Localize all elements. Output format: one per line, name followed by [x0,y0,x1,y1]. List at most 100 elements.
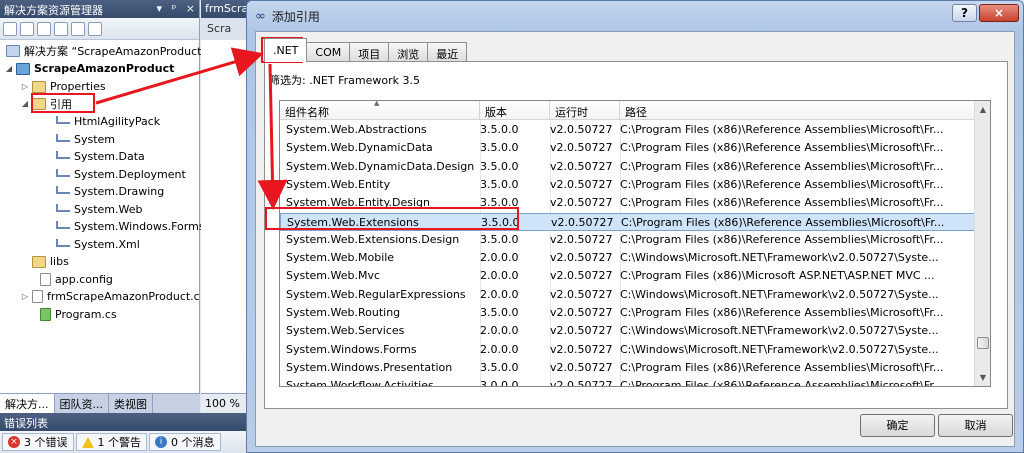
tree-node-project[interactable]: ◢ ScrapeAmazonProduct [4,60,174,77]
properties-toolbar-icon[interactable] [3,21,17,36]
view-designer-icon[interactable] [71,21,85,36]
tab-recent[interactable]: 最近 [427,42,468,62]
expanded-arrow-icon[interactable]: ◢ [20,99,30,108]
reference-item[interactable]: System.Web [56,201,143,218]
component-list[interactable]: ▲ 组件名称 版本 运行时 路径 System.Web.Abstractions… [279,100,991,387]
cell-version: 3.5.0.0 [480,360,519,374]
table-row[interactable]: System.Web.DynamicData.Design 3.5.0.0 v2.0… [280,158,976,176]
tab-solution-explorer[interactable]: 解决方... [0,394,55,413]
properties-folder-icon [32,80,46,93]
reference-item[interactable]: System.Data [56,148,145,165]
reference-item[interactable]: System [56,131,115,148]
column-header-name[interactable]: ▲ 组件名称 [280,101,480,120]
table-row[interactable]: System.Web.Routing 3.5.0.0 v2.0.50727 C:\Pr… [280,304,976,322]
column-header-path[interactable]: 路径 [620,101,976,120]
tab-class-view[interactable]: 类视图 [109,394,153,413]
table-row[interactable]: System.Web.Entity 3.5.0.0 v2.0.50727 C:\Pro… [280,176,976,194]
cell-version: 2.0.0.0 [480,269,519,283]
cell-runtime: v2.0.50727 [550,306,613,319]
cell-runtime: v2.0.50727 [550,177,613,191]
tree-node-program-cs[interactable]: Program.cs [40,306,117,323]
show-all-files-icon[interactable] [20,21,34,36]
view-code-icon[interactable] [54,21,68,36]
csharp-file-icon [40,308,51,321]
expanded-arrow-icon[interactable]: ◢ [4,64,14,73]
column-header-version[interactable]: 版本 [480,101,550,120]
reference-icon [56,238,70,247]
folder-icon [32,255,46,268]
dropdown-icon[interactable]: ▾ [157,2,163,15]
scroll-up-icon[interactable]: ▲ [975,101,990,118]
cell-runtime: v2.0.50727 [550,269,613,283]
cell-path: C:\Program Files (x86)\Reference Assembl… [620,159,944,173]
cell-runtime: v2.0.50727 [550,360,613,374]
cell-version: 3.0.0.0 [480,379,519,387]
reference-icon [56,220,70,229]
reference-item[interactable]: System.Deployment [56,166,186,183]
cell-runtime: v2.0.50727 [551,215,614,229]
table-row[interactable]: System.Windows.Forms 2.0.0.0 v2.0.50727 C:\… [280,341,976,359]
reference-item[interactable]: System.Drawing [56,183,164,200]
cell-path: C:\Windows\Microsoft.NET\Framework\v2.0.… [620,287,939,301]
reference-item[interactable]: HtmlAgilityPack [56,113,160,130]
scroll-down-icon[interactable]: ▼ [975,369,990,386]
cell-name: System.Web.DynamicData [286,141,433,155]
cell-version: 3.5.0.0 [480,159,519,173]
tree-node-solution[interactable]: 解决方案 “ScrapeAmazonProduct” [6,42,207,59]
highlight-selected-row [265,207,519,230]
table-row[interactable]: System.Web.Abstractions 3.5.0.0 v2.0.50727… [280,121,976,139]
tab-team-explorer[interactable]: 团队资... [55,394,109,413]
reference-item[interactable]: System.Xml [56,236,140,253]
cell-runtime: v2.0.50727 [550,123,613,136]
collapsed-arrow-icon[interactable]: ▷ [20,82,30,91]
table-row[interactable]: System.Web.Mvc 2.0.0.0 v2.0.50727 C:\Progra… [280,267,976,285]
close-icon[interactable]: × [186,2,195,15]
sort-ascending-icon: ▲ [374,100,380,107]
error-icon: × [8,436,20,448]
cell-runtime: v2.0.50727 [550,196,613,210]
reference-item[interactable]: System.Windows.Forms [56,218,205,235]
cell-name: System.Web.Entity [286,177,391,191]
error-list-toolbar: × 3 个错误 1 个警告 i 0 个消息 [0,431,246,453]
cell-name: System.Web.Routing [286,306,401,319]
pin-icon[interactable]: ᵖ [172,2,177,15]
link-icon: ∞ [255,8,266,24]
table-row[interactable]: System.Workflow.Activities 3.0.0.0 v2.0.50… [280,377,976,387]
warnings-filter-button[interactable]: 1 个警告 [75,433,147,451]
cell-path: C:\Program Files (x86)\Microsoft ASP.NET… [620,269,935,283]
ok-button[interactable]: 确定 [860,414,935,437]
cancel-button[interactable]: 取消 [938,414,1013,437]
tab-projects[interactable]: 项目 [349,42,390,62]
table-row[interactable]: System.Windows.Presentation 3.5.0.0 v2.0.5… [280,359,976,377]
scroll-thumb[interactable] [977,337,989,349]
help-button[interactable]: ? [952,4,977,22]
tree-node-app-config[interactable]: app.config [40,271,113,288]
table-row[interactable]: System.Web.DynamicData 3.5.0.0 v2.0.50727 C… [280,139,976,157]
error-list-title: 错误列表 [0,413,246,431]
class-diagram-icon[interactable] [88,21,102,36]
table-row[interactable]: System.Web.Extensions.Design 3.5.0.0 v2.0.… [280,231,976,249]
table-row[interactable]: System.Web.Mobile 2.0.0.0 v2.0.50727 C:\Win… [280,249,976,267]
vertical-scrollbar[interactable]: ▲ ▼ [974,101,990,386]
table-row[interactable]: System.Web.RegularExpressions 2.0.0.0 v2.0… [280,286,976,304]
tree-node-libs[interactable]: libs [32,253,69,270]
solution-explorer-panel: 解决方案资源管理器 ▾ ᵖ × 解决方案 “ScrapeAmazonProduc… [0,0,207,413]
dialog-titlebar[interactable]: ∞ 添加引用 ? × [247,1,1023,31]
column-header-runtime[interactable]: 运行时 [550,101,620,120]
cell-runtime: v2.0.50727 [550,342,613,356]
form-file-icon [32,290,43,303]
refresh-icon[interactable] [37,21,51,36]
close-button[interactable]: × [979,4,1019,22]
reference-icon [56,115,70,124]
tab-com[interactable]: COM [306,42,351,62]
tree-node-form-file[interactable]: ▷ frmScrapeAmazonProduct.c [20,288,200,305]
reference-icon [56,150,70,159]
cell-name: System.Web.RegularExpressions [286,287,466,301]
messages-filter-button[interactable]: i 0 个消息 [149,433,221,451]
collapsed-arrow-icon[interactable]: ▷ [20,292,30,301]
tab-dotnet[interactable]: .NET [264,38,308,62]
tab-browse[interactable]: 浏览 [388,42,429,62]
cell-version: 3.5.0.0 [480,123,519,136]
errors-filter-button[interactable]: × 3 个错误 [2,433,74,451]
table-row[interactable]: System.Web.Services 2.0.0.0 v2.0.50727 C:\W… [280,322,976,340]
